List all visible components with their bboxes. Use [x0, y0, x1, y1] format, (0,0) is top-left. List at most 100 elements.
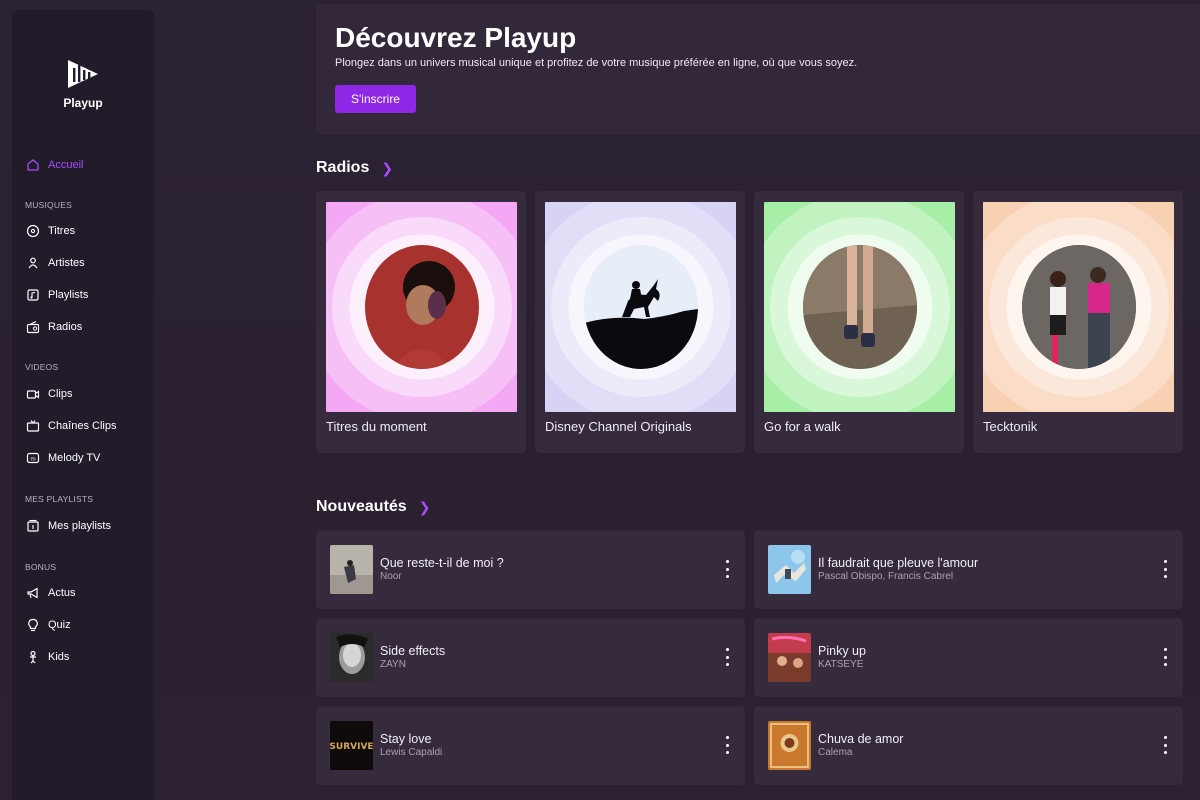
new-releases-section-header[interactable]: Nouveautés ❯	[316, 498, 430, 516]
nav-label: Radios	[48, 321, 83, 333]
my-playlist-icon	[27, 519, 39, 532]
section-title-videos: VIDEOS	[25, 362, 59, 372]
more-options-icon[interactable]	[1159, 648, 1171, 666]
track-artist: Pascal Obispo, Francis Cabrel	[818, 571, 954, 582]
nav-item-artistes[interactable]: Artistes	[26, 253, 85, 273]
nav-item-actus[interactable]: Actus	[26, 583, 76, 603]
more-options-icon[interactable]	[721, 736, 733, 754]
nav-label: Titres	[48, 225, 76, 237]
nav-item-titres[interactable]: Titres	[26, 221, 75, 241]
track-artist: Noor	[380, 571, 402, 582]
radio-label: Titres du moment	[326, 419, 427, 434]
section-title-mes-playlists: MES PLAYLISTS	[25, 494, 94, 504]
nav-item-playlists[interactable]: Playlists	[26, 285, 88, 305]
video-camera-icon	[26, 390, 40, 399]
section-title-musiques: MUSIQUES	[25, 200, 72, 210]
track-artist: KATSEYE	[818, 659, 864, 670]
track-cover	[768, 545, 811, 594]
nav-item-quiz[interactable]: Quiz	[26, 615, 71, 635]
track-item[interactable]: SURVIVE Stay love Lewis Capaldi	[316, 706, 745, 785]
unicorn-silhouette-image	[583, 245, 698, 369]
radio-card-go-for-a-walk[interactable]: Go for a walk	[754, 191, 964, 453]
track-cover: SURVIVE	[330, 721, 373, 770]
nav-label: Accueil	[48, 159, 84, 171]
track-title: Pinky up	[818, 644, 866, 658]
tv-icon	[26, 420, 40, 432]
svg-text:SURVIVE: SURVIVE	[330, 742, 373, 752]
artist-photo-image	[392, 261, 455, 369]
artist-icon	[28, 257, 38, 269]
nav-label: Kids	[48, 651, 70, 663]
nav-label: Quiz	[48, 619, 71, 631]
album-cover-image: SURVIVE	[330, 721, 373, 770]
track-title: Stay love	[380, 732, 432, 746]
walking-legs-image	[802, 245, 917, 369]
track-item[interactable]: Il faudrait que pleuve l'amour Pascal Ob…	[754, 530, 1183, 609]
chevron-right-icon[interactable]: ❯	[419, 499, 431, 516]
track-cover	[330, 633, 373, 682]
app-logo[interactable]: Playup	[12, 56, 154, 110]
track-title: Il faudrait que pleuve l'amour	[818, 556, 979, 570]
nav-item-accueil[interactable]: Accueil	[26, 155, 83, 175]
nav-label: Melody TV	[48, 452, 101, 464]
svg-text:m: m	[30, 457, 35, 463]
kids-icon	[30, 650, 36, 664]
playlist-icon	[27, 289, 39, 301]
radios-section-header[interactable]: Radios ❯	[316, 159, 393, 177]
more-options-icon[interactable]	[721, 560, 733, 578]
radio-card-titres-du-moment[interactable]: Titres du moment	[316, 191, 526, 453]
radio-cover	[326, 202, 517, 412]
radios-section-title: Radios	[316, 159, 370, 176]
track-cover	[768, 633, 811, 682]
new-releases-section-title: Nouveautés	[316, 498, 407, 515]
nav-label: Actus	[48, 587, 76, 599]
nav-item-mes-playlists[interactable]: Mes playlists	[26, 516, 111, 536]
melody-tv-icon: m	[26, 452, 40, 464]
nav-item-kids[interactable]: Kids	[26, 647, 69, 667]
track-item[interactable]: Side effects ZAYN	[316, 618, 745, 697]
dancers-image	[1021, 245, 1136, 369]
nav-label: Playlists	[48, 289, 89, 301]
radio-label: Disney Channel Originals	[545, 419, 692, 434]
home-icon	[27, 159, 39, 171]
radio-label: Go for a walk	[764, 419, 841, 434]
lightbulb-icon	[28, 618, 38, 632]
radio-label: Tecktonik	[983, 419, 1038, 434]
track-item[interactable]: Que reste-t-il de moi ? Noor	[316, 530, 745, 609]
nav-item-chaines-clips[interactable]: Chaînes Clips	[26, 416, 116, 436]
nav-label: Chaînes Clips	[48, 420, 117, 432]
radio-card-tecktonik[interactable]: Tecktonik	[973, 191, 1183, 453]
section-title-bonus: BONUS	[25, 562, 57, 572]
radio-cover	[983, 202, 1174, 412]
more-options-icon[interactable]	[721, 648, 733, 666]
nav-item-melody-tv[interactable]: m Melody TV	[26, 448, 100, 468]
signup-button[interactable]: S'inscrire	[335, 85, 416, 113]
radio-card-disney-channel-originals[interactable]: Disney Channel Originals	[535, 191, 745, 453]
album-cover-image	[768, 545, 811, 594]
chevron-right-icon[interactable]: ❯	[381, 160, 393, 177]
track-cover	[768, 721, 811, 770]
more-options-icon[interactable]	[1159, 736, 1171, 754]
track-title: Que reste-t-il de moi ?	[380, 556, 504, 570]
app-name: Playup	[63, 96, 103, 110]
track-artist: Calema	[818, 747, 853, 758]
hero-subtitle: Plongez dans un univers musical unique e…	[335, 57, 858, 69]
nav-label: Clips	[48, 388, 73, 400]
track-cover	[330, 545, 373, 594]
track-artist: ZAYN	[380, 659, 406, 670]
radio-icon	[26, 321, 40, 334]
track-item[interactable]: Pinky up KATSEYE	[754, 618, 1183, 697]
track-title: Chuva de amor	[818, 732, 904, 746]
hero-title: Découvrez Playup	[335, 22, 577, 53]
disc-icon	[26, 224, 40, 238]
radio-cover	[764, 202, 955, 412]
radio-cover	[545, 202, 736, 412]
nav-item-radios[interactable]: Radios	[26, 317, 82, 337]
more-options-icon[interactable]	[1159, 560, 1171, 578]
nav-item-clips[interactable]: Clips	[26, 384, 72, 404]
nav-label: Artistes	[48, 257, 85, 269]
hero-banner: Découvrez Playup Plongez dans un univers…	[316, 4, 1200, 134]
track-item[interactable]: Chuva de amor Calema	[754, 706, 1183, 785]
album-cover-image	[768, 721, 811, 770]
sidebar: Playup Accueil MUSIQUES Titres Artistes …	[12, 10, 154, 800]
